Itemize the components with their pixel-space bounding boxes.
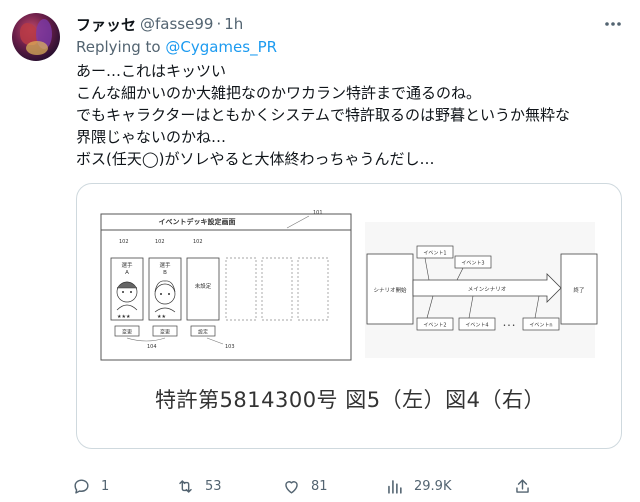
like-icon (285, 480, 298, 494)
user-handle[interactable]: @fasse99 (140, 15, 213, 33)
reply-icon (74, 478, 89, 494)
fig5-ref-102: 102 (155, 239, 165, 245)
fig4-event-3: イベント3 (461, 261, 484, 267)
tweet-media-image[interactable]: イベントデッキ設定画面 101 102 102 102 選手 A ★★★ 選手 (76, 183, 622, 449)
fig4-event-2: イベント2 (423, 323, 446, 329)
media-caption: 特許第5814300号 図5（左）図4（右） (155, 388, 545, 412)
tweet-actions: 1 53 81 29.9K (72, 474, 628, 498)
like-button[interactable]: 81 (282, 474, 328, 498)
patent-figures: イベントデッキ設定画面 101 102 102 102 選手 A ★★★ 選手 (100, 210, 598, 361)
fig5-ref-102: 102 (119, 239, 129, 245)
views-icon (388, 479, 402, 494)
tweet-line: でもキャラクターはともかくシステムで特許取るのは野暮というか無粋な (76, 106, 570, 124)
views-button[interactable]: 29.9K (385, 474, 451, 498)
retweet-icon (179, 479, 192, 493)
tweet-header: ファッセ @fasse99 · 1h (76, 13, 243, 35)
fig5-stars-a: ★★★ (117, 314, 131, 320)
tweet-text: あー…これはキッツい こんな細かいのか大雑把なのかワカラン特許まで通るのね。 で… (76, 60, 632, 170)
fig5-ref-102: 102 (193, 239, 203, 245)
patent-figure-5: イベントデッキ設定画面 101 102 102 102 選手 A ★★★ 選手 (100, 210, 352, 361)
reply-button[interactable]: 1 (72, 474, 109, 498)
avatar-art (26, 41, 48, 55)
fig5-card-b-label: 選手 (159, 261, 171, 269)
fig5-card-b-letter: B (163, 270, 167, 276)
fig5-title: イベントデッキ設定画面 (159, 217, 236, 226)
tweet: ファッセ @fasse99 · 1h Replying to @Cygames_… (0, 0, 640, 502)
fig5-card-a-letter: A (125, 270, 129, 276)
fig5-ref-101: 101 (313, 210, 323, 216)
like-count: 81 (311, 478, 328, 494)
separator-dot: · (216, 15, 222, 33)
fig5-change-button-2: 変更 (160, 329, 170, 336)
tweet-line: あー…これはキッツい (76, 62, 227, 80)
fig4-main-scenario: メインシナリオ (468, 286, 507, 293)
fig5-ref-103: 103 (225, 344, 235, 350)
timestamp[interactable]: 1h (224, 15, 243, 33)
replying-to-label: Replying to (76, 38, 161, 56)
tweet-line: ボス(任天◯)がソレやると大体終わっちゃうんだし… (76, 150, 435, 168)
more-options-button[interactable] (598, 12, 628, 36)
fig4-ellipsis: • • • (503, 323, 515, 329)
avatar[interactable] (12, 13, 60, 61)
reply-count: 1 (101, 478, 110, 494)
retweet-count: 53 (205, 478, 222, 494)
replying-to: Replying to @Cygames_PR (76, 38, 277, 56)
fig4-start: シナリオ開始 (373, 286, 407, 294)
fig5-stars-b: ★★ (157, 314, 166, 320)
fig4-event-n: イベントn (529, 323, 552, 329)
fig5-card-unset: 未設定 (195, 282, 212, 290)
views-count: 29.9K (414, 478, 452, 494)
patent-figure-4: シナリオ開始 終了 メインシナリオ イベント1 イベント3 イベント2 イベント… (365, 222, 598, 358)
tweet-line: 界隈じゃないのかね… (76, 128, 227, 146)
share-button[interactable] (513, 474, 542, 498)
fig4-event-4: イベント4 (465, 323, 488, 329)
retweet-button[interactable]: 53 (176, 474, 222, 498)
fig4-end: 終了 (573, 286, 584, 294)
fig5-set-button: 設定 (198, 329, 208, 336)
fig5-ref-104: 104 (147, 344, 157, 350)
display-name[interactable]: ファッセ (76, 14, 136, 35)
tweet-line: こんな細かいのか大雑把なのかワカラン特許まで通るのね。 (76, 84, 482, 102)
replying-to-mention[interactable]: @Cygames_PR (165, 38, 277, 56)
more-icon (605, 22, 621, 26)
share-icon (516, 478, 529, 493)
fig5-change-button-1: 変更 (122, 329, 132, 336)
fig4-event-1: イベント1 (423, 251, 446, 257)
fig5-card-a-label: 選手 (121, 261, 133, 269)
